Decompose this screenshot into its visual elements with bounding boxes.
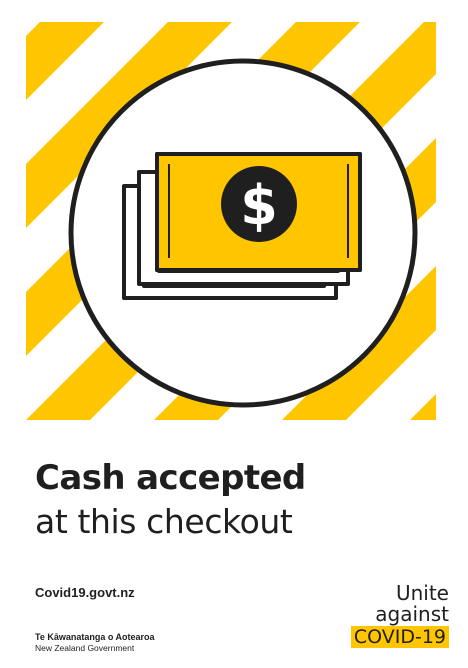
brand-covid-badge: COVID-19 bbox=[350, 626, 449, 648]
hero-illustration: $ bbox=[26, 22, 436, 420]
headline: Cash accepted bbox=[35, 458, 306, 498]
government-name-maori: Te Kāwanatanga o Aotearoa bbox=[35, 632, 155, 642]
website-link[interactable]: Covid19.govt.nz bbox=[35, 585, 135, 600]
poster: $ Cash accepted at this checkout Covid19… bbox=[0, 0, 468, 668]
dollar-symbol-icon: $ bbox=[240, 174, 278, 237]
cash-illustration: $ bbox=[26, 22, 436, 420]
government-logo: Te Kāwanatanga o Aotearoa New Zealand Go… bbox=[35, 632, 155, 654]
subheadline: at this checkout bbox=[35, 502, 293, 541]
unite-against-covid-logo: Unite against COVID-19 bbox=[350, 581, 449, 648]
brand-line-unite: Unite bbox=[395, 581, 449, 605]
brand-line-against: against bbox=[375, 602, 449, 626]
government-name-english: New Zealand Government bbox=[35, 643, 135, 653]
